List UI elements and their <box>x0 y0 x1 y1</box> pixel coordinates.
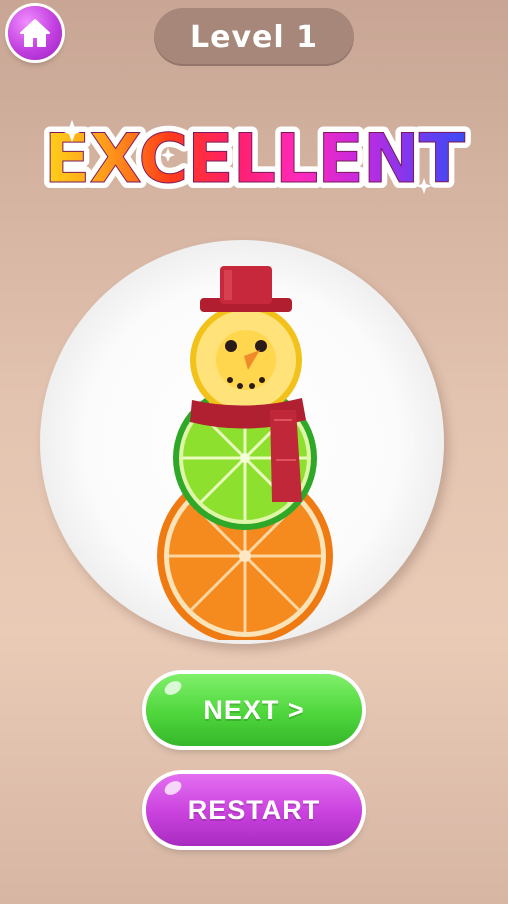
gloss-highlight <box>162 678 184 698</box>
house-icon <box>20 19 50 47</box>
restart-button-label: RESTART <box>187 794 321 825</box>
home-button[interactable] <box>8 6 62 60</box>
gloss-highlight <box>162 778 184 798</box>
restart-button[interactable]: RESTART <box>146 774 362 846</box>
pineapple-head <box>190 304 302 416</box>
svg-text:EXCELLENT: EXCELLENT <box>44 120 466 199</box>
excellent-headline: EXCELLENT EXCELLENT <box>38 114 473 200</box>
next-button[interactable]: NEXT > <box>146 674 362 746</box>
apple-hat <box>200 266 292 312</box>
next-button-label: NEXT > <box>203 694 305 725</box>
level-indicator: Level 1 <box>154 8 354 66</box>
level-label: Level 1 <box>190 19 318 55</box>
fruit-snowman-image <box>157 266 333 640</box>
